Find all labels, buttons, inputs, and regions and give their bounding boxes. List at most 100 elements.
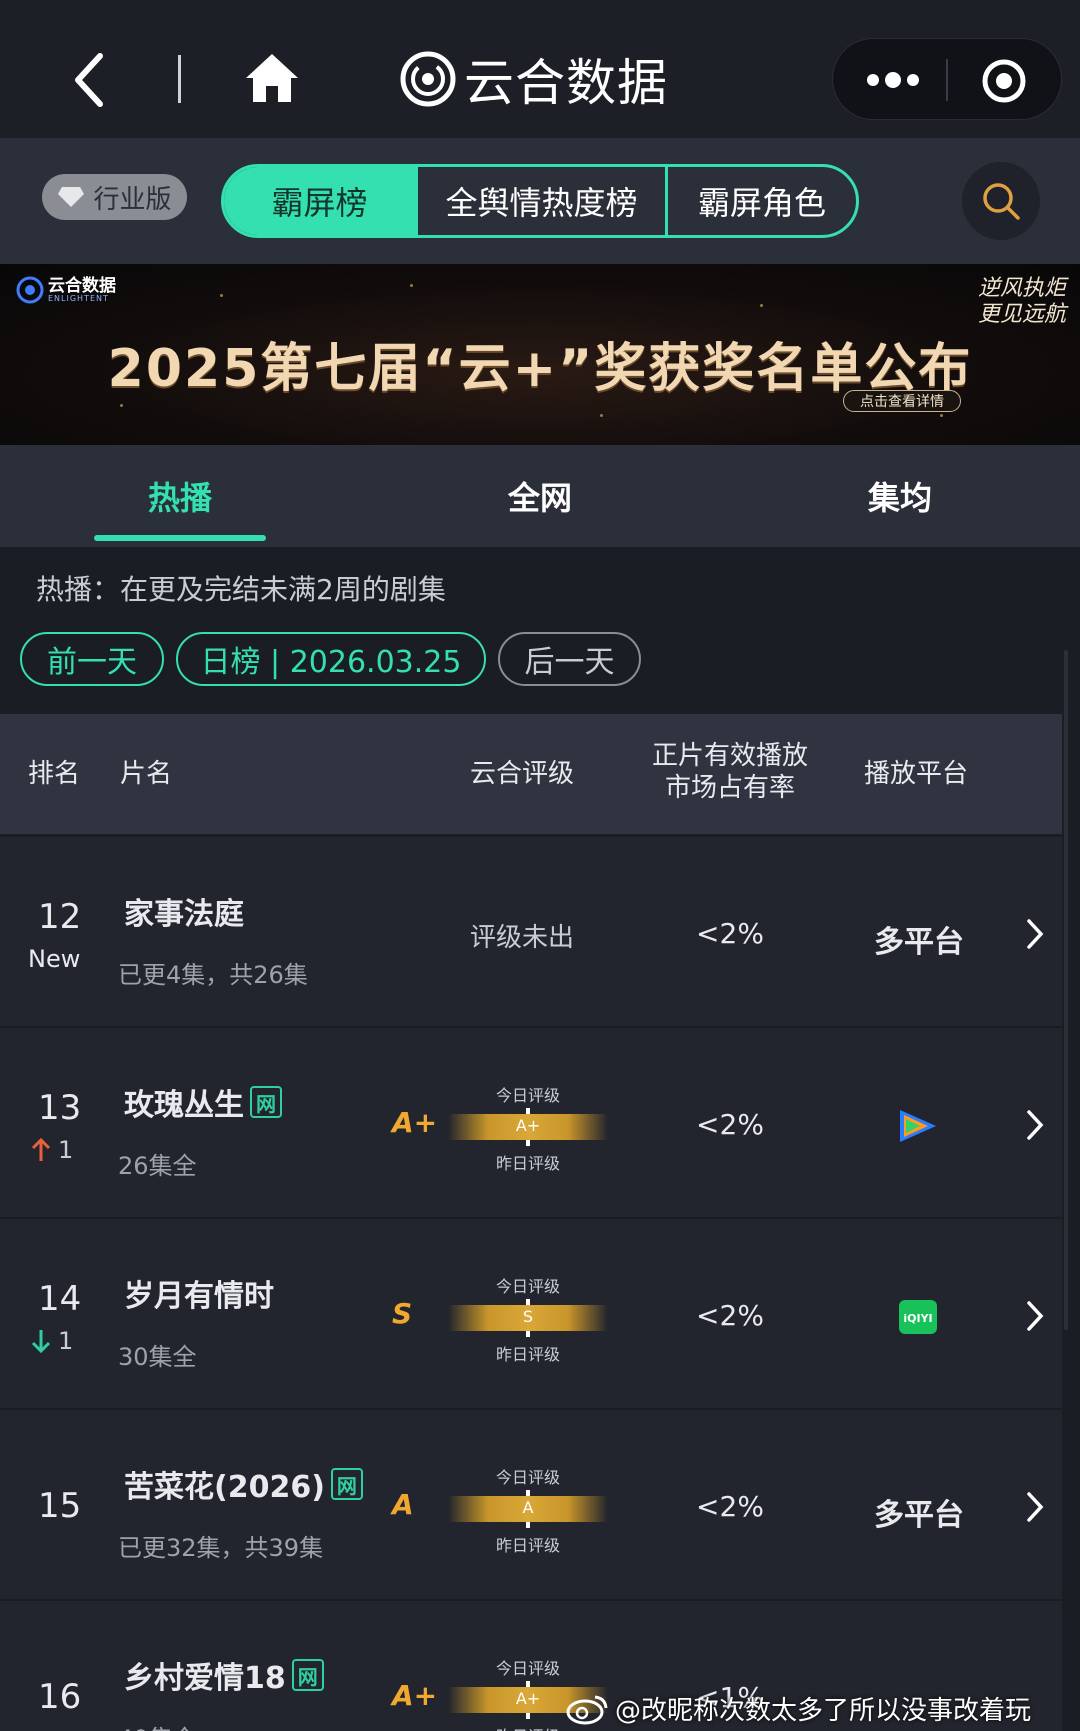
back-arrow-icon[interactable]	[70, 50, 110, 110]
gauge-today-label: 今日评级	[495, 1086, 560, 1105]
table-row[interactable]: 14 1 岁月有情时 30集全 S 今日评级 S 昨日评级 <2% iQIYI	[0, 1218, 1062, 1408]
date-selector[interactable]: 日榜 | 2026.03.25	[176, 632, 486, 686]
tab-hot-airing[interactable]: 热播	[50, 445, 310, 547]
active-tab-indicator	[94, 535, 266, 541]
show-title-text: 乡村爱情18	[124, 1661, 286, 1696]
show-title: 乡村爱情18 网	[124, 1653, 324, 1697]
close-target-icon[interactable]	[981, 58, 1027, 104]
brand-title: 云合数据	[464, 54, 668, 112]
rank-number: 13	[38, 1088, 82, 1128]
brand: 云合数据	[400, 46, 668, 112]
top-navigation-bar: 云合数据	[0, 0, 1080, 138]
gauge-tick	[526, 1681, 530, 1687]
gauge-tick	[526, 1140, 530, 1146]
award-announcement-banner[interactable]: 云合数据 ENLIGHTENT 逆风执炬 更见远航 2025第七届“云+”奖获奖…	[0, 264, 1080, 445]
arrow-up-icon	[31, 1137, 51, 1161]
episode-info: 26集全	[118, 1152, 197, 1180]
gauge-tick	[526, 1522, 530, 1528]
network-drama-badge: 网	[291, 1659, 324, 1691]
header-market-share: 正片有效播放 市场占有率	[640, 740, 820, 804]
gauge-tick	[526, 1331, 530, 1337]
show-title: 苦菜花(2026) 网	[124, 1462, 363, 1506]
previous-day-button[interactable]: 前一天	[20, 632, 164, 686]
platform-label: 多平台	[874, 1498, 964, 1533]
gauge-value: S	[522, 1307, 534, 1326]
show-title: 玫瑰丛生 网	[124, 1080, 282, 1124]
segment-screen-dominance[interactable]: 霸屏榜	[224, 167, 418, 235]
tencent-video-icon	[900, 1110, 936, 1142]
chevron-right-icon[interactable]	[1025, 1108, 1045, 1142]
market-share: <2%	[696, 1299, 764, 1332]
rank-new-label: New	[28, 945, 81, 973]
industry-edition-badge[interactable]: 行业版	[42, 174, 187, 220]
segment-public-opinion[interactable]: 全舆情热度榜	[418, 167, 668, 235]
market-share: <2%	[696, 917, 764, 950]
rating-pending: 评级未出	[470, 923, 575, 953]
iqiyi-icon: iQIYI	[899, 1300, 937, 1334]
banner-details-button[interactable]: 点击查看详情	[843, 390, 961, 412]
industry-edition-label: 行业版	[93, 184, 172, 215]
rating-gauge: 今日评级 A 昨日评级	[448, 1464, 608, 1555]
capsule-divider	[946, 59, 948, 101]
show-title-text: 家事法庭	[124, 897, 244, 932]
segment-characters[interactable]: 霸屏角色	[668, 167, 856, 235]
gauge-yesterday-label: 昨日评级	[495, 1345, 560, 1364]
show-title-text: 岁月有情时	[124, 1279, 274, 1314]
header-market-share-line2: 市场占有率	[664, 773, 795, 803]
show-title-text: 玫瑰丛生	[124, 1088, 244, 1123]
next-day-button[interactable]: 后一天	[498, 632, 641, 686]
grade-letter: A+	[392, 1106, 438, 1139]
table-row[interactable]: 12 New 家事法庭 已更4集，共26集 评级未出 <2% 多平台	[0, 836, 1062, 1026]
grade-letter: A+	[392, 1679, 438, 1712]
network-drama-badge: 网	[250, 1086, 282, 1118]
chevron-right-icon[interactable]	[1025, 1299, 1045, 1333]
table-row[interactable]: 13 1 玫瑰丛生 网 26集全 A+ 今日评级 A+ 昨日评级 <2%	[0, 1027, 1062, 1217]
show-title-text: 苦菜花(2026)	[124, 1470, 325, 1505]
rank-number: 15	[38, 1486, 82, 1526]
chevron-right-icon[interactable]	[1025, 917, 1045, 951]
filter-bar: 行业版 霸屏榜 全舆情热度榜 霸屏角色	[0, 138, 1080, 264]
mini-program-capsule	[832, 38, 1062, 120]
gauge-tick	[526, 1299, 530, 1305]
banner-logo-subtext: ENLIGHTENT	[48, 293, 109, 303]
episode-info: 已更4集，共26集	[118, 961, 308, 989]
gauge-value: A	[522, 1498, 534, 1517]
scrollbar[interactable]	[1064, 650, 1068, 1330]
banner-logo: 云合数据 ENLIGHTENT	[16, 276, 116, 304]
show-title: 岁月有情时	[124, 1271, 274, 1315]
episode-info: 30集全	[118, 1343, 197, 1371]
list-tabs: 热播 全网 集均	[0, 445, 1080, 547]
gauge-yesterday-label: 昨日评级	[495, 1154, 560, 1173]
rank-number: 14	[38, 1279, 82, 1319]
svg-text:iQIYI: iQIYI	[903, 1312, 932, 1325]
search-button[interactable]	[962, 162, 1040, 240]
header-platform: 播放平台	[864, 759, 969, 789]
diamond-icon	[58, 187, 85, 207]
banner-slogan: 逆风执炬 更见远航	[977, 276, 1066, 327]
more-dots-icon[interactable]	[863, 65, 923, 95]
gauge-yesterday-label: 昨日评级	[495, 1536, 560, 1555]
rank-number: 16	[38, 1677, 82, 1717]
gauge-tick	[526, 1490, 530, 1496]
search-icon	[983, 183, 1020, 220]
gauge-tick	[526, 1108, 530, 1114]
market-share: <2%	[696, 1108, 764, 1141]
tab-all-network[interactable]: 全网	[410, 445, 670, 547]
table-row[interactable]: 15 苦菜花(2026) 网 已更32集，共39集 A 今日评级 A 昨日评级 …	[0, 1409, 1062, 1599]
header-rating: 云合评级	[470, 759, 575, 789]
arrow-down-icon	[31, 1330, 51, 1354]
brand-logo-icon	[400, 51, 456, 107]
weibo-icon	[566, 1695, 608, 1724]
home-icon[interactable]	[244, 50, 300, 106]
watermark-text: @改昵称次数太多了所以没事改着玩	[615, 1696, 1032, 1726]
gauge-value: A+	[515, 1116, 541, 1135]
ranking-type-segmented-control: 霸屏榜 全舆情热度榜 霸屏角色	[221, 164, 859, 238]
weibo-watermark: @改昵称次数太多了所以没事改着玩	[565, 1690, 1031, 1727]
banner-logo-icon	[16, 276, 44, 304]
gauge-today-label: 今日评级	[495, 1277, 560, 1296]
tab-per-episode[interactable]: 集均	[770, 445, 1030, 547]
gauge-today-label: 今日评级	[495, 1468, 560, 1487]
episode-info: 已更32集，共39集	[118, 1534, 324, 1562]
chevron-right-icon[interactable]	[1025, 1490, 1045, 1524]
rank-number: 12	[38, 897, 82, 937]
